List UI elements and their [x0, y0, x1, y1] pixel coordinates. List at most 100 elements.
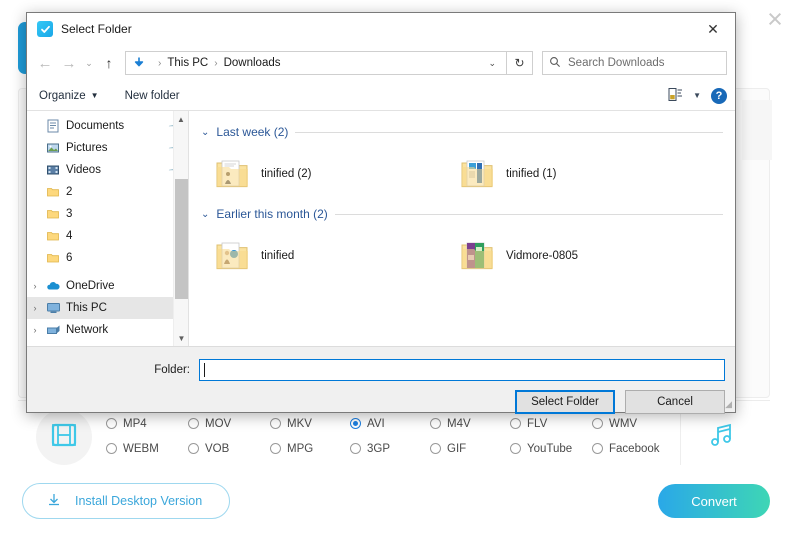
format-option-facebook[interactable]: Facebook — [592, 443, 660, 455]
format-option-flv[interactable]: FLV — [510, 418, 592, 430]
radio-m4v[interactable] — [430, 418, 441, 429]
tree-item-folder-2[interactable]: 2 — [27, 181, 188, 203]
tree-expander[interactable]: › — [27, 303, 43, 313]
scroll-down-icon[interactable]: ▼ — [174, 330, 189, 346]
format-row-1: MP4 MOV MKV AVI M4V — [106, 411, 686, 436]
group-divider — [295, 132, 723, 133]
list-item[interactable]: tinified — [201, 227, 446, 285]
format-radio-group: MP4 MOV MKV AVI M4V — [106, 411, 686, 461]
cancel-label: Cancel — [657, 396, 693, 408]
format-option-webm[interactable]: WEBM — [106, 443, 188, 455]
list-item[interactable]: tinified (1) — [446, 145, 691, 203]
chevron-down-icon: ▼ — [91, 91, 99, 100]
search-box[interactable]: Search Downloads — [542, 51, 727, 75]
format-label: M4V — [447, 418, 471, 430]
radio-wmv[interactable] — [592, 418, 603, 429]
scroll-up-icon[interactable]: ▲ — [174, 111, 188, 127]
chevron-down-icon[interactable]: ⌄ — [201, 127, 209, 138]
select-folder-dialog: Select Folder ✕ ← → ⌄ ↑ › This PC › Down… — [26, 12, 736, 413]
tree-item-pictures[interactable]: Pictures 📌 — [27, 137, 188, 159]
help-icon[interactable]: ? — [711, 88, 727, 104]
format-option-gif[interactable]: GIF — [430, 443, 510, 455]
format-option-vob[interactable]: VOB — [188, 443, 270, 455]
radio-avi[interactable] — [350, 418, 361, 429]
audio-format-icon-wrap — [680, 409, 760, 465]
group-header-earlier-this-month[interactable]: ⌄ Earlier this month (2) — [201, 207, 723, 221]
tree-item-label: OneDrive — [66, 280, 115, 292]
tree-item-documents[interactable]: Documents 📌 — [27, 115, 188, 137]
search-input[interactable]: Search Downloads — [568, 57, 665, 69]
radio-webm[interactable] — [106, 443, 117, 454]
recent-locations-icon[interactable]: ⌄ — [81, 51, 97, 75]
scrollbar-thumb[interactable] — [175, 179, 188, 299]
cancel-button[interactable]: Cancel — [625, 390, 725, 414]
tree-item-label: 2 — [66, 186, 72, 198]
chevron-down-icon[interactable]: ⌄ — [201, 209, 209, 220]
breadcrumb-this-pc[interactable]: This PC — [167, 57, 208, 69]
radio-facebook[interactable] — [592, 443, 603, 454]
new-folder-button[interactable]: New folder — [125, 90, 180, 102]
breadcrumb-downloads[interactable]: Downloads — [224, 57, 281, 69]
radio-vob[interactable] — [188, 443, 199, 454]
format-option-3gp[interactable]: 3GP — [350, 443, 430, 455]
format-option-mkv[interactable]: MKV — [270, 418, 350, 430]
format-option-mov[interactable]: MOV — [188, 418, 270, 430]
onedrive-icon — [43, 279, 63, 293]
format-option-youtube[interactable]: YouTube — [510, 443, 592, 455]
select-folder-button[interactable]: Select Folder — [515, 390, 615, 414]
tree-item-network[interactable]: › Network — [27, 319, 188, 341]
format-label: GIF — [447, 443, 466, 455]
view-layout-icon[interactable] — [668, 87, 683, 105]
toolbar-right-group: ▼ ? — [668, 87, 727, 105]
videos-icon — [43, 163, 63, 177]
format-option-m4v[interactable]: M4V — [430, 418, 510, 430]
tree-item-folder-3[interactable]: 3 — [27, 203, 188, 225]
radio-mkv[interactable] — [270, 418, 281, 429]
view-dropdown-icon[interactable]: ▼ — [693, 91, 701, 100]
resize-grip-icon[interactable]: ◢ — [725, 399, 732, 410]
back-icon[interactable]: ← — [33, 51, 57, 75]
list-item[interactable]: tinified (2) — [201, 145, 446, 203]
tree-item-videos[interactable]: Videos 📌 — [27, 159, 188, 181]
format-option-mpg[interactable]: MPG — [270, 443, 350, 455]
tree-item-this-pc[interactable]: › This PC — [27, 297, 188, 319]
app-root: × MP4 MOV — [0, 0, 800, 548]
file-row: tinified (2) — [201, 145, 723, 203]
radio-flv[interactable] — [510, 418, 521, 429]
tree-item-onedrive[interactable]: › OneDrive — [27, 275, 188, 297]
navigation-tree: Documents 📌 Pictures 📌 Videos — [27, 111, 189, 346]
dialog-close-icon[interactable]: ✕ — [691, 14, 735, 45]
new-folder-label: New folder — [125, 90, 180, 102]
up-icon[interactable]: ↑ — [97, 51, 121, 75]
address-bar[interactable]: › This PC › Downloads ⌄ — [125, 51, 507, 75]
format-option-wmv[interactable]: WMV — [592, 418, 637, 430]
file-list: ⌄ Last week (2) — [189, 111, 735, 346]
radio-youtube[interactable] — [510, 443, 521, 454]
group-header-last-week[interactable]: ⌄ Last week (2) — [201, 125, 723, 139]
list-item[interactable]: Vidmore-0805 — [446, 227, 691, 285]
breadcrumb-separator: › — [214, 58, 217, 69]
install-desktop-version-button[interactable]: Install Desktop Version — [22, 483, 230, 519]
address-dropdown-icon[interactable]: ⌄ — [482, 58, 502, 69]
format-option-mp4[interactable]: MP4 — [106, 418, 188, 430]
radio-mov[interactable] — [188, 418, 199, 429]
convert-button[interactable]: Convert — [658, 484, 770, 518]
radio-mp4[interactable] — [106, 418, 117, 429]
folder-input[interactable] — [199, 359, 725, 381]
organize-button[interactable]: Organize ▼ — [39, 90, 99, 102]
page-close-icon[interactable]: × — [760, 4, 790, 34]
group-divider — [335, 214, 723, 215]
tree-item-label: Videos — [66, 164, 101, 176]
radio-3gp[interactable] — [350, 443, 361, 454]
forward-icon[interactable]: → — [57, 51, 81, 75]
dialog-button-row: Select Folder Cancel — [27, 381, 735, 414]
refresh-button[interactable]: ↻ — [507, 51, 533, 75]
tree-item-folder-4[interactable]: 4 — [27, 225, 188, 247]
radio-gif[interactable] — [430, 443, 441, 454]
tree-expander[interactable]: › — [27, 325, 43, 335]
format-option-avi[interactable]: AVI — [350, 418, 430, 430]
radio-mpg[interactable] — [270, 443, 281, 454]
tree-scrollbar[interactable]: ▲ ▼ — [173, 111, 188, 346]
tree-item-folder-6[interactable]: 6 — [27, 247, 188, 269]
tree-expander[interactable]: › — [27, 281, 43, 291]
